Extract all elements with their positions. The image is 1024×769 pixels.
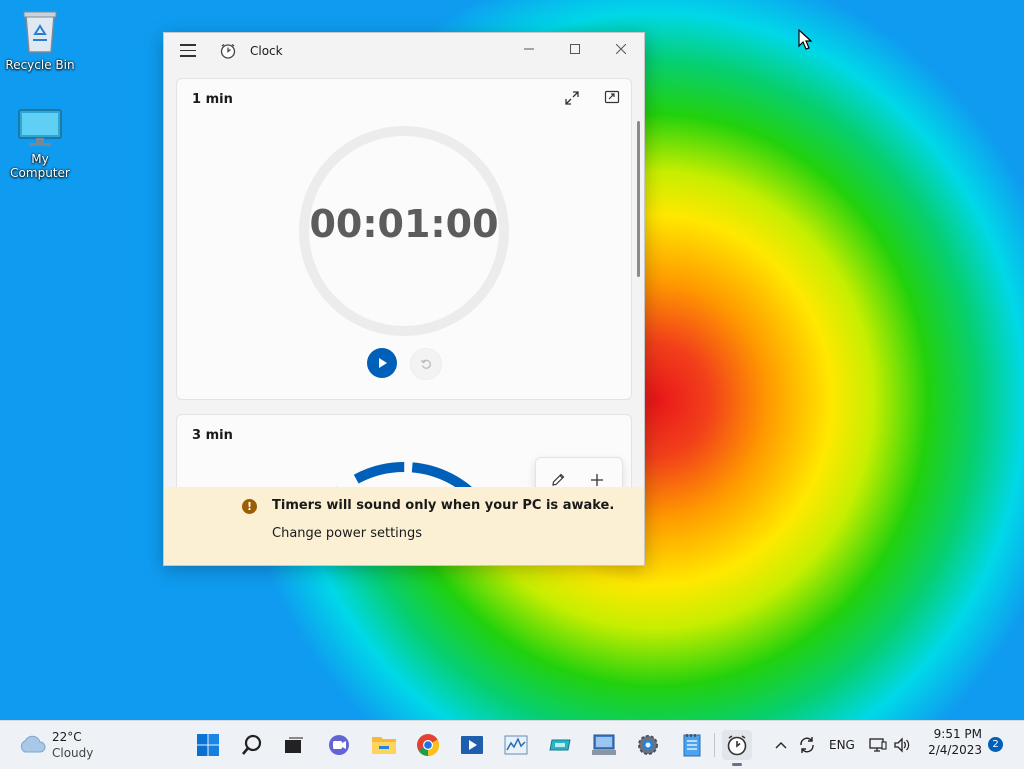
title-bar: Clock bbox=[164, 33, 644, 69]
close-icon bbox=[616, 44, 626, 54]
reset-button[interactable] bbox=[410, 348, 442, 380]
desktop-icon-label: Recycle Bin bbox=[5, 58, 75, 72]
play-icon bbox=[379, 358, 387, 368]
control-panel-button[interactable] bbox=[590, 731, 618, 759]
clock-app-icon bbox=[220, 44, 236, 59]
speaker-icon bbox=[894, 737, 910, 753]
taskbar: 22°C Cloudy ENG 9:51 PM 2/4/2023 2 bbox=[0, 720, 1024, 769]
volume-button[interactable] bbox=[890, 731, 914, 759]
weather-temperature: 22°C bbox=[52, 730, 82, 744]
desktop-icon-recycle-bin[interactable]: Recycle Bin bbox=[0, 8, 80, 72]
desktop-icon-label: My Computer bbox=[10, 152, 70, 180]
banner-message: Timers will sound only when your PC is a… bbox=[272, 498, 615, 513]
computer-icon bbox=[18, 109, 62, 146]
clock-taskbar-button[interactable] bbox=[722, 730, 752, 760]
folder-icon bbox=[372, 737, 396, 754]
change-power-settings-link[interactable]: Change power settings bbox=[272, 526, 422, 541]
sync-status-button[interactable] bbox=[795, 731, 819, 759]
network-tool-button[interactable] bbox=[546, 731, 574, 759]
show-hidden-icons-button[interactable] bbox=[770, 731, 792, 759]
scrollbar[interactable] bbox=[637, 121, 640, 277]
task-view-icon bbox=[285, 737, 303, 753]
clock-app-icon bbox=[727, 735, 747, 756]
network-card-icon bbox=[549, 739, 571, 751]
hamburger-menu-icon[interactable] bbox=[180, 44, 196, 58]
file-explorer-button[interactable] bbox=[370, 731, 398, 759]
network-status-button[interactable] bbox=[866, 731, 890, 759]
taskbar-divider bbox=[714, 733, 715, 757]
windows-logo-icon bbox=[197, 734, 219, 756]
notification-badge[interactable]: 2 bbox=[988, 737, 1003, 752]
play-button[interactable] bbox=[367, 348, 397, 378]
timer-countdown: 00:01:00 bbox=[309, 202, 499, 246]
chevron-up-icon bbox=[775, 742, 787, 749]
chrome-button[interactable] bbox=[414, 731, 442, 759]
minimize-icon bbox=[524, 48, 534, 50]
notepad-icon bbox=[683, 734, 701, 757]
media-player-icon bbox=[461, 736, 483, 754]
tray-time: 9:51 PM bbox=[933, 727, 982, 741]
keep-on-top-icon bbox=[604, 90, 620, 104]
task-view-button[interactable] bbox=[280, 731, 308, 759]
chat-button[interactable] bbox=[325, 731, 353, 759]
desktop-icon-my-computer[interactable]: My Computer bbox=[0, 108, 80, 180]
maximize-button[interactable] bbox=[552, 33, 598, 65]
mouse-cursor-icon bbox=[798, 29, 812, 50]
media-player-button[interactable] bbox=[458, 731, 486, 759]
weather-widget[interactable]: 22°C Cloudy bbox=[0, 721, 120, 769]
timer-card: 1 min 00:01:00 bbox=[176, 78, 632, 400]
chrome-icon bbox=[417, 734, 439, 756]
weather-condition: Cloudy bbox=[52, 746, 94, 760]
minimize-button[interactable] bbox=[506, 33, 552, 65]
recycle-bin-icon bbox=[23, 11, 57, 53]
cloud-icon bbox=[20, 735, 46, 753]
tray-date: 2/4/2023 bbox=[928, 743, 982, 757]
expand-button[interactable] bbox=[560, 86, 584, 110]
sync-icon bbox=[800, 737, 814, 753]
pencil-icon bbox=[552, 473, 565, 486]
search-button[interactable] bbox=[238, 731, 266, 759]
settings-button[interactable] bbox=[634, 731, 662, 759]
teams-chat-icon bbox=[329, 735, 349, 755]
search-icon bbox=[242, 734, 262, 755]
notepad-button[interactable] bbox=[678, 731, 706, 759]
network-icon bbox=[869, 738, 887, 752]
clock-window: Clock 1 min 00:01:00 3 min ! Timers will… bbox=[163, 32, 645, 566]
close-button[interactable] bbox=[598, 33, 644, 65]
timer-name: 1 min bbox=[192, 92, 233, 107]
expand-icon bbox=[565, 91, 579, 105]
clock-date-button[interactable]: 9:51 PM 2/4/2023 bbox=[922, 727, 982, 763]
control-panel-icon bbox=[592, 734, 616, 755]
performance-monitor-button[interactable] bbox=[502, 731, 530, 759]
input-language[interactable]: ENG bbox=[829, 738, 855, 752]
reset-icon bbox=[420, 359, 431, 369]
maximize-icon bbox=[570, 44, 580, 54]
keep-on-top-button[interactable] bbox=[600, 86, 624, 110]
start-button[interactable] bbox=[194, 731, 222, 759]
gear-icon bbox=[638, 735, 658, 755]
window-title: Clock bbox=[250, 44, 283, 58]
power-warning-banner: ! Timers will sound only when your PC is… bbox=[164, 487, 644, 565]
performance-chart-icon bbox=[504, 735, 528, 755]
timer-name: 3 min bbox=[192, 428, 233, 443]
plus-icon bbox=[591, 474, 603, 486]
active-app-indicator bbox=[732, 763, 742, 766]
warning-icon: ! bbox=[242, 499, 257, 514]
